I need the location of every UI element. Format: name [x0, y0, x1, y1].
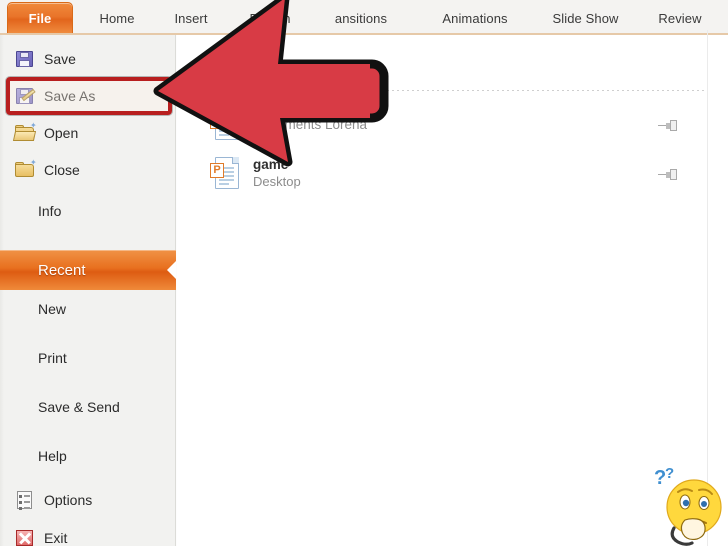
tab-animations-label: Animations	[442, 10, 508, 26]
sidebar-item-exit-label: Exit	[44, 530, 68, 546]
sidebar-item-new[interactable]: New	[8, 294, 168, 324]
sidebar-item-help-label: Help	[38, 448, 67, 464]
sidebar-item-print-label: Print	[38, 350, 67, 366]
tab-file-label: File	[28, 10, 52, 26]
tab-review[interactable]: Review	[644, 4, 716, 32]
sidebar-item-new-label: New	[38, 301, 67, 317]
tab-file[interactable]: File	[7, 2, 73, 33]
sidebar-item-save-and-send[interactable]: Save & Send	[8, 392, 178, 422]
tab-slide-show-label: Slide Show	[552, 10, 619, 26]
tab-review-label: Review	[658, 10, 702, 26]
sidebar-item-options-label: Options	[44, 492, 93, 508]
sidebar-item-exit[interactable]: Exit	[8, 523, 168, 546]
floppy-disk-icon	[14, 48, 36, 70]
options-icon	[14, 489, 36, 511]
sidebar-item-save-label: Save	[44, 51, 76, 67]
thinking-face-emoji: ? ?	[654, 465, 722, 546]
selection-notch-icon	[167, 261, 176, 279]
sidebar-item-save-and-send-label: Save & Send	[38, 399, 120, 415]
sidebar-item-options[interactable]: Options	[8, 485, 168, 515]
folder-close-icon: ✦	[14, 159, 37, 181]
sidebar-item-info[interactable]: Info	[8, 196, 168, 226]
svg-text:?: ?	[665, 465, 674, 482]
pushpin-icon[interactable]	[658, 118, 677, 132]
sidebar-item-recent[interactable]: Recent	[0, 250, 176, 290]
red-arrow-annotation-icon	[153, 0, 389, 167]
folder-open-icon: ✦	[12, 122, 37, 144]
exit-x-icon	[14, 527, 36, 546]
tab-animations[interactable]: Animations	[427, 4, 523, 32]
sidebar-item-help[interactable]: Help	[8, 441, 168, 471]
sidebar-item-open-label: Open	[44, 125, 79, 141]
sidebar-item-print[interactable]: Print	[8, 343, 168, 373]
sidebar-item-info-label: Info	[38, 203, 62, 219]
tab-home-label: Home	[99, 10, 135, 26]
sidebar-item-recent-label: Recent	[38, 261, 86, 279]
pushpin-icon[interactable]	[658, 167, 677, 181]
powerpoint-backstage-window: File Home Insert Design ansitions Animat…	[0, 0, 728, 546]
sidebar-item-close-label: Close	[44, 162, 80, 178]
tab-slide-show[interactable]: Slide Show	[538, 4, 633, 32]
